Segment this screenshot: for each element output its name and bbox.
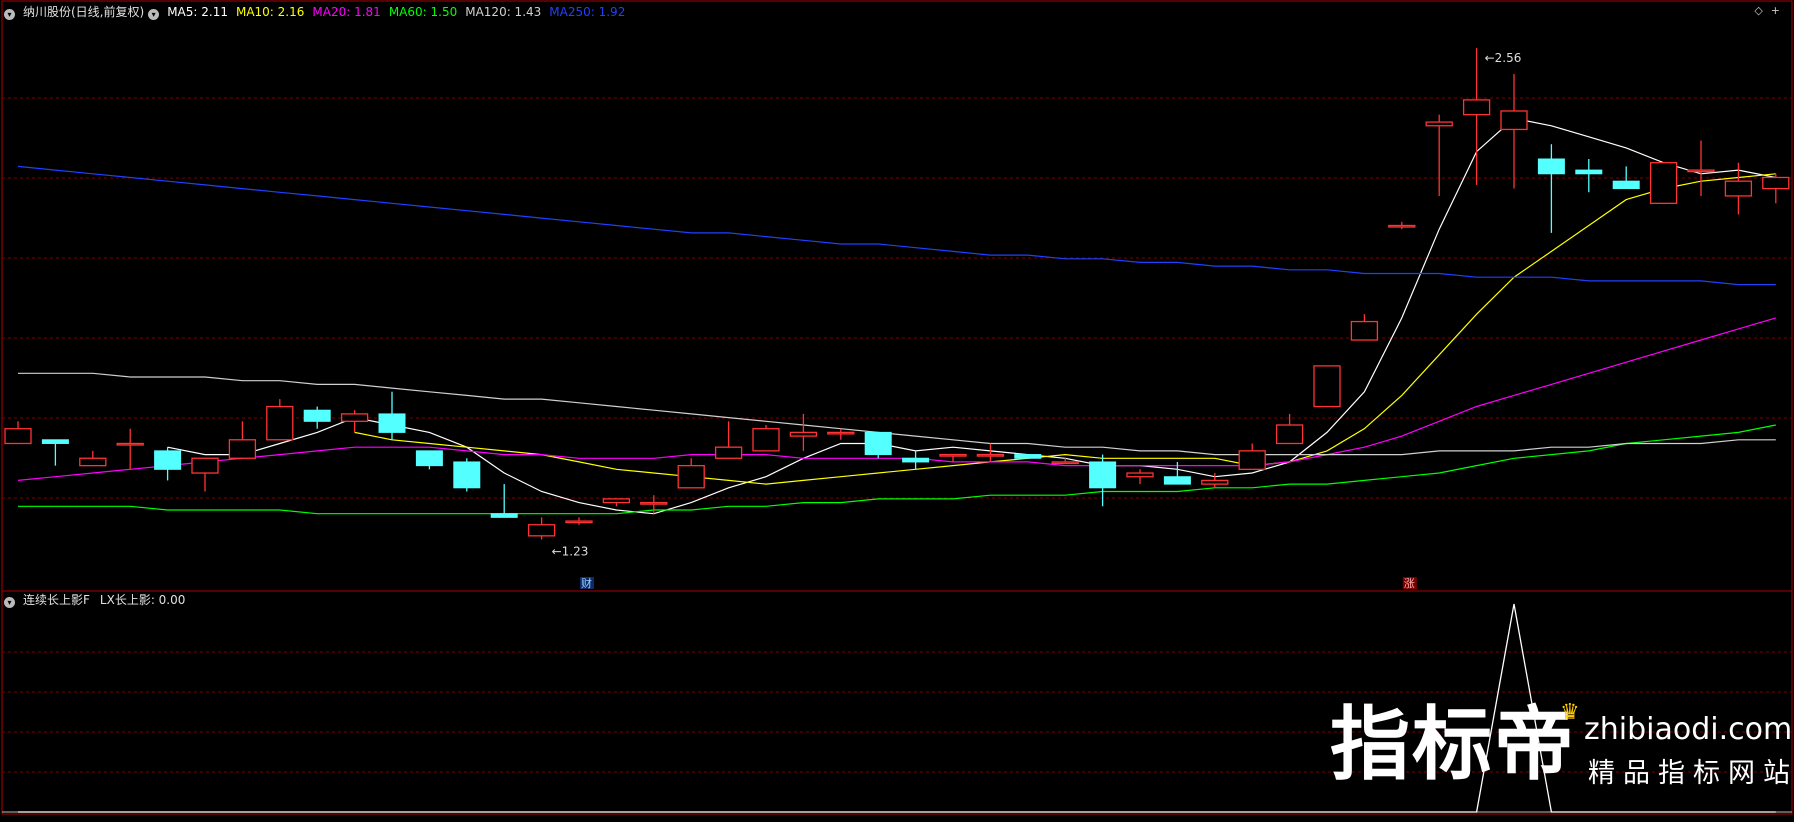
candle-body-up	[565, 520, 593, 524]
ma-legend-ma120: MA120: 1.43	[465, 5, 542, 19]
ma-legend-ma10: MA10: 2.16	[235, 5, 305, 19]
candle-body-down	[453, 461, 481, 489]
candle-body-up	[1051, 461, 1079, 465]
candle-body-up	[752, 428, 780, 452]
candle-body-up	[976, 453, 1005, 457]
diamond-icon[interactable]: ◇	[1754, 4, 1770, 17]
main-chart-header: ▾ 纳川股份(日线,前复权) ▾ MA5: 2.11 MA10: 2.16 MA20: 1…	[4, 5, 641, 20]
candle-body-down	[303, 409, 331, 422]
candle-body-up	[1462, 99, 1491, 116]
candle-body-up	[939, 453, 967, 457]
candle-body-up	[714, 446, 743, 459]
low-price-label: ←1.23	[552, 545, 589, 559]
candle-body-down	[1163, 476, 1191, 485]
plus-icon[interactable]: +	[1771, 4, 1788, 17]
candle-body-up	[789, 431, 818, 437]
candle-body-up	[266, 405, 294, 441]
ma-toggle-icon[interactable]: ▾	[148, 9, 160, 20]
indicator-label: LX长上影:	[99, 593, 159, 607]
ma-line-ma250	[17, 165, 1776, 286]
candle-body-down	[41, 439, 69, 444]
candle-body-down	[1612, 180, 1640, 190]
ma-line-ma20	[17, 317, 1776, 481]
ma-legend-ma20: MA20: 1.81	[312, 5, 381, 19]
indicator-value: 0.00	[158, 593, 186, 607]
candle-body-up	[1388, 224, 1416, 228]
ma-legend: MA5: 2.11 MA10: 2.16 MA20: 1.81 MA60: 1.50 M…	[167, 5, 633, 19]
candle-body-up	[1649, 162, 1678, 204]
crown-icon: ♛	[1560, 700, 1580, 725]
candle-body-up	[228, 439, 257, 459]
candle-body-down	[154, 450, 182, 470]
watermark-slogan: 精品指标网站	[1588, 758, 1794, 789]
watermark-logo-text: 指标帝	[1330, 698, 1576, 791]
candle-body-up	[1687, 169, 1715, 173]
candle-body-up	[1350, 320, 1379, 341]
candle-body-up	[79, 457, 107, 467]
finance-badge: 财	[581, 576, 592, 590]
candle-body-down	[1537, 158, 1565, 175]
candle-body-up	[827, 431, 855, 435]
indicator-header: ▾ 连续长上影F LX长上影: 0.00	[4, 593, 193, 608]
candle-body-up	[1724, 180, 1753, 197]
candle-body-up	[116, 442, 144, 446]
candle-body-down	[1014, 454, 1042, 459]
indicator-title: 连续长上影F	[23, 593, 90, 607]
candle-body-down	[415, 450, 443, 467]
candle-body-up	[1425, 121, 1453, 127]
candle-body-up	[1126, 472, 1154, 478]
limit-up-badge: 涨	[1404, 577, 1415, 590]
candle-body-up	[1238, 450, 1266, 470]
candle-body-up	[602, 498, 631, 504]
indicator-toggle-icon[interactable]: ▾	[4, 597, 15, 608]
candle-body-down	[378, 413, 406, 433]
candle-body-up	[1313, 365, 1341, 408]
candle-body-up	[191, 457, 219, 474]
candle-body-down	[1575, 169, 1603, 175]
candle-body-up	[1201, 479, 1229, 485]
candle-body-down	[490, 513, 518, 518]
candle-body-up	[640, 501, 668, 505]
candle-body-up	[1500, 110, 1528, 131]
chart-canvas[interactable]: ←2.56 ←1.23 财 涨	[0, 0, 1794, 818]
candle-body-up	[527, 524, 556, 537]
ma-legend-ma250: MA250: 1.92	[549, 5, 626, 19]
candle-body-down	[1089, 461, 1117, 489]
candle-body-up	[677, 464, 705, 489]
ma-legend-ma60: MA60: 1.50	[388, 5, 458, 19]
candle-body-up	[1275, 424, 1304, 445]
stock-title: 纳川股份(日线,前复权)	[23, 5, 145, 19]
ma-legend-ma5: MA5: 2.11	[167, 5, 228, 19]
candle-body-up	[340, 413, 369, 422]
corner-controls: ◇+	[1754, 4, 1788, 17]
candle-body-up	[4, 428, 32, 445]
watermark-domain: zhibiaodi.com	[1584, 712, 1793, 747]
candle-body-down	[902, 457, 930, 463]
stock-chart[interactable]: ←2.56 ←1.23 财 涨	[0, 0, 1794, 818]
high-price-label: ←2.56	[1485, 51, 1522, 65]
candle-body-down	[864, 431, 892, 456]
collapse-toggle-icon[interactable]: ▾	[4, 9, 15, 20]
candle-body-up	[1762, 176, 1790, 190]
